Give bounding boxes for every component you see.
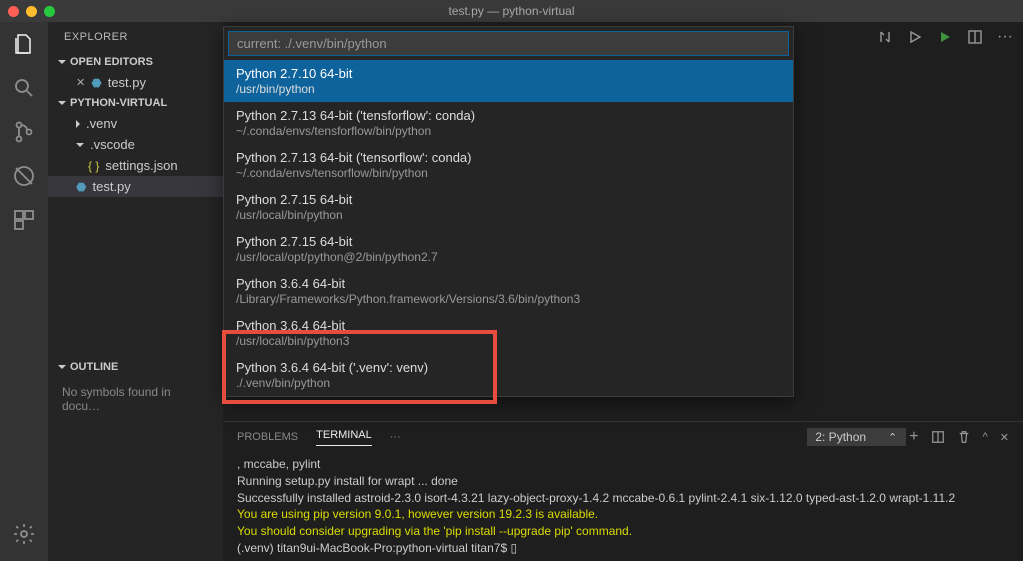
- new-terminal-icon[interactable]: +: [909, 428, 918, 446]
- extensions-icon[interactable]: [12, 208, 36, 232]
- titlebar: test.py — python-virtual: [0, 0, 1023, 22]
- tab-more[interactable]: ···: [390, 431, 401, 443]
- close-icon[interactable]: ✕: [76, 76, 85, 89]
- panel-tabs: PROBLEMS TERMINAL ··· 2: Python ⌃ + ^ ✕: [223, 422, 1023, 452]
- open-editors-section[interactable]: OPEN EDITORS: [48, 52, 223, 72]
- workspace-section[interactable]: PYTHON-VIRTUAL: [48, 93, 223, 113]
- editor-area: ··· current: ./.venv/bin/python Python 2…: [223, 22, 1023, 561]
- minimize-window-button[interactable]: [26, 6, 37, 17]
- interpreter-option[interactable]: Python 3.6.4 64-bit/usr/local/bin/python…: [224, 312, 793, 354]
- outline-empty: No symbols found in docu…: [48, 377, 223, 421]
- sidebar: EXPLORER OPEN EDITORS ✕ ⬣ test.py PYTHON…: [48, 22, 223, 561]
- debug-icon[interactable]: [12, 164, 36, 188]
- interpreter-option[interactable]: Python 3.6.4 64-bit/Library/Frameworks/P…: [224, 270, 793, 312]
- chevron-down-icon: [76, 143, 84, 147]
- window-title: test.py — python-virtual: [448, 4, 574, 18]
- activity-bar: [0, 22, 48, 561]
- run-outline-icon[interactable]: [907, 29, 923, 45]
- terminal-output[interactable]: , mccabe, pylint Running setup.py instal…: [223, 452, 1023, 561]
- tab-problems[interactable]: PROBLEMS: [237, 431, 298, 443]
- python-file-icon: ⬣: [91, 76, 101, 90]
- close-panel-icon[interactable]: ✕: [1000, 431, 1009, 444]
- bottom-panel: PROBLEMS TERMINAL ··· 2: Python ⌃ + ^ ✕ …: [223, 421, 1023, 561]
- interpreter-option[interactable]: Python 2.7.15 64-bit/usr/local/opt/pytho…: [224, 228, 793, 270]
- picker-input[interactable]: current: ./.venv/bin/python: [228, 31, 789, 56]
- kill-terminal-icon[interactable]: [957, 430, 971, 444]
- open-editor-item[interactable]: ✕ ⬣ test.py: [48, 72, 223, 93]
- sidebar-header: EXPLORER: [48, 22, 223, 52]
- main-area: EXPLORER OPEN EDITORS ✕ ⬣ test.py PYTHON…: [0, 22, 1023, 561]
- outline-section[interactable]: OUTLINE: [48, 357, 223, 377]
- editor-toolbar: ···: [877, 28, 1013, 46]
- python-file-icon: ⬣: [76, 180, 86, 194]
- run-icon[interactable]: [937, 29, 953, 45]
- chevron-right-icon: [76, 120, 80, 128]
- traffic-lights: [0, 6, 55, 17]
- interpreter-option[interactable]: Python 3.6.4 64-bit ('.venv': venv)./.ve…: [224, 354, 793, 396]
- explorer-icon[interactable]: [12, 32, 36, 56]
- interpreter-option[interactable]: Python 2.7.15 64-bit/usr/local/bin/pytho…: [224, 186, 793, 228]
- close-window-button[interactable]: [8, 6, 19, 17]
- settings-gear-icon[interactable]: [12, 522, 36, 546]
- folder-vscode[interactable]: .vscode: [48, 134, 223, 155]
- folder-venv[interactable]: .venv: [48, 113, 223, 134]
- interpreter-picker: current: ./.venv/bin/python Python 2.7.1…: [223, 26, 794, 397]
- maximize-panel-icon[interactable]: ^: [983, 431, 988, 443]
- interpreter-option[interactable]: Python 2.7.10 64-bit/usr/bin/python: [224, 60, 793, 102]
- interpreter-option[interactable]: Python 2.7.13 64-bit ('tensorflow': cond…: [224, 144, 793, 186]
- split-terminal-icon[interactable]: [931, 430, 945, 444]
- maximize-window-button[interactable]: [44, 6, 55, 17]
- more-icon[interactable]: ···: [997, 28, 1013, 46]
- file-test-py[interactable]: ⬣test.py: [48, 176, 223, 197]
- interpreter-option[interactable]: Python 2.7.13 64-bit ('tensforflow': con…: [224, 102, 793, 144]
- git-compare-icon[interactable]: [877, 29, 893, 45]
- file-settings-json[interactable]: { }settings.json: [48, 155, 223, 176]
- search-icon[interactable]: [12, 76, 36, 100]
- split-editor-icon[interactable]: [967, 29, 983, 45]
- json-file-icon: { }: [88, 159, 99, 173]
- tab-terminal[interactable]: TERMINAL: [316, 429, 372, 446]
- source-control-icon[interactable]: [12, 120, 36, 144]
